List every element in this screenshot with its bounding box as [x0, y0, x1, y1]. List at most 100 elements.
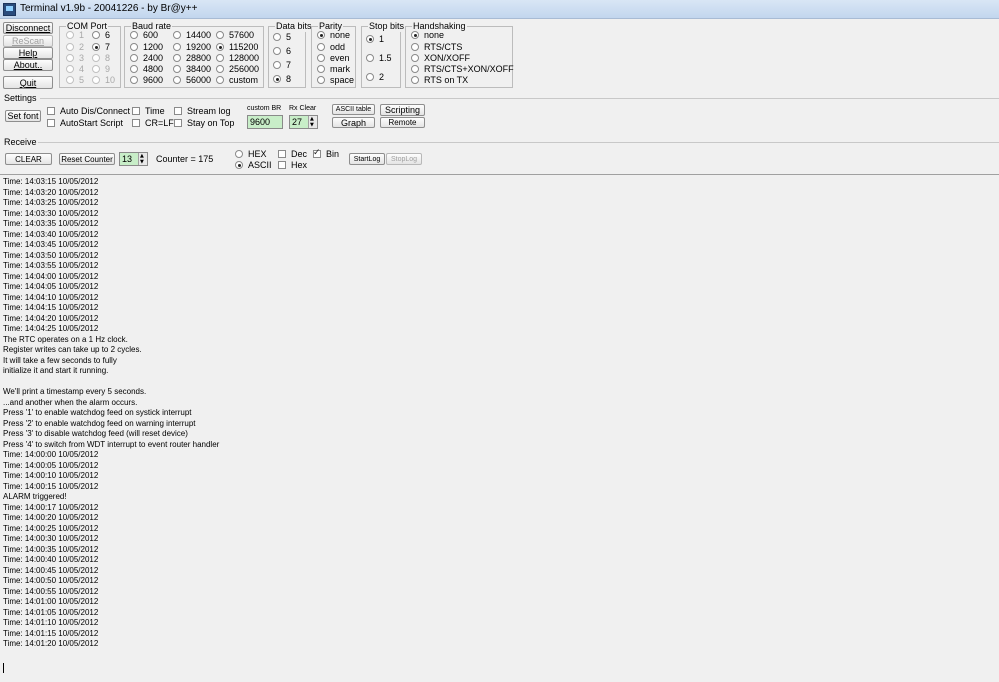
baud-option-9600[interactable]: 9600	[130, 75, 163, 85]
scripting-button[interactable]: Scripting	[380, 104, 425, 116]
baud-option-57600[interactable]: 57600	[216, 30, 254, 40]
receive-bin-checkbox[interactable]: Bin	[313, 148, 339, 159]
com-port-option-4[interactable]: 4	[66, 64, 84, 74]
baud-option-56000[interactable]: 56000	[173, 75, 211, 85]
counter-text: Counter = 175	[156, 154, 214, 164]
terminal-output: Time: 14:03:15 10/05/2012 Time: 14:03:20 …	[3, 177, 219, 650]
baud-option-19200[interactable]: 19200	[173, 42, 211, 52]
handshaking-option-xon-xoff[interactable]: XON/XOFF	[411, 53, 470, 63]
rx-clear-stepper[interactable]: 27 ▲ ▼	[289, 115, 318, 129]
checkbox-icon	[174, 119, 182, 127]
receive-dec-checkbox[interactable]: Dec	[278, 149, 307, 159]
receive-hex-checkbox[interactable]: Hex	[278, 160, 307, 170]
custom-br-label: custom BR	[247, 105, 282, 112]
time-checkbox[interactable]: Time	[132, 106, 165, 116]
radio-selected-icon	[273, 75, 281, 83]
reset-counter-button[interactable]: Reset Counter	[59, 153, 115, 165]
counter-spinner[interactable]: ▲ ▼	[138, 153, 147, 165]
baud-option-38400[interactable]: 38400	[173, 64, 211, 74]
stop-log-button[interactable]: StopLog	[386, 153, 422, 165]
cr-lf-checkbox[interactable]: CR=LF	[132, 118, 174, 128]
baud-option-256000[interactable]: 256000	[216, 64, 259, 74]
clear-button[interactable]: CLEAR	[5, 153, 52, 165]
com-port-option-9[interactable]: 9	[92, 64, 110, 74]
radio-icon	[130, 65, 138, 73]
set-font-button[interactable]: Set font	[5, 110, 41, 122]
com-port-option-10[interactable]: 10	[92, 75, 115, 85]
parity-option-odd[interactable]: odd	[317, 42, 345, 52]
radio-icon	[130, 43, 138, 51]
com-port-option-7[interactable]: 7	[92, 42, 110, 52]
data-bits-option-5[interactable]: 5	[273, 32, 291, 42]
terminal-line: Time: 14:00:05 10/05/2012	[3, 460, 99, 470]
auto-dis-connect-checkbox[interactable]: Auto Dis/Connect	[47, 106, 130, 116]
baud-option-1200[interactable]: 1200	[130, 42, 163, 52]
baud-option-2400[interactable]: 2400	[130, 53, 163, 63]
start-log-button[interactable]: StartLog	[349, 153, 385, 165]
counter-stepper[interactable]: 13 ▲ ▼	[119, 152, 148, 166]
baud-option-28800[interactable]: 28800	[173, 53, 211, 63]
radio-icon	[66, 54, 74, 62]
rescan-button[interactable]: ReScan	[3, 35, 53, 47]
com-port-option-5[interactable]: 5	[66, 75, 84, 85]
com-port-option-8[interactable]: 8	[92, 53, 110, 63]
baud-option-14400[interactable]: 14400	[173, 30, 211, 40]
parity-option-space[interactable]: space	[317, 75, 354, 85]
receive-ascii-radio[interactable]: ASCII	[235, 160, 272, 170]
remote-button[interactable]: Remote	[380, 117, 425, 128]
terminal-line: Time: 14:00:20 10/05/2012	[3, 513, 99, 522]
handshaking-option-rts-cts[interactable]: RTS/CTS	[411, 42, 462, 52]
terminal-line: Time: 14:00:00 10/05/2012	[3, 450, 99, 459]
com-port-option-2[interactable]: 2	[66, 42, 84, 52]
baud-option-115200[interactable]: 115200	[216, 42, 258, 52]
baud-option-custom[interactable]: custom	[216, 75, 258, 85]
radio-icon	[273, 47, 281, 55]
ascii-table-button[interactable]: ASCII table	[332, 104, 375, 115]
terminal-line: Time: 14:04:10 10/05/2012	[3, 292, 99, 302]
parity-option-none[interactable]: none	[317, 30, 350, 40]
baud-option-128000[interactable]: 128000	[216, 53, 259, 63]
terminal-line: The RTC operates on a 1 Hz clock.	[3, 334, 128, 344]
receive-terminal[interactable]: Time: 14:03:15 10/05/2012 Time: 14:03:20 …	[0, 174, 999, 682]
radio-icon	[235, 150, 243, 158]
receive-hex-radio[interactable]: HEX	[235, 149, 267, 159]
handshaking-option-rts-on-tx[interactable]: RTS on TX	[411, 75, 468, 85]
handshaking-option-none[interactable]: none	[411, 30, 444, 40]
stop-bits-option-2[interactable]: 2	[366, 72, 384, 82]
stream-log-checkbox[interactable]: Stream log	[174, 106, 231, 116]
stop-bits-title: Stop bits	[368, 21, 406, 32]
stop-bits-option-1[interactable]: 1	[366, 34, 384, 44]
terminal-line: Time: 14:04:15 10/05/2012	[3, 303, 99, 312]
radio-icon	[411, 65, 419, 73]
handshaking-option-rts-cts-xon-xoff[interactable]: RTS/CTS+XON/XOFF	[411, 64, 514, 74]
help-button[interactable]: Help	[3, 47, 53, 59]
data-bits-option-8[interactable]: 8	[273, 74, 291, 84]
custom-br-input[interactable]: 9600	[247, 115, 283, 129]
autostart-script-checkbox[interactable]: AutoStart Script	[47, 118, 123, 128]
stay-on-top-checkbox[interactable]: Stay on Top	[174, 118, 234, 128]
com-port-option-6[interactable]: 6	[92, 30, 110, 40]
receive-divider	[38, 142, 999, 143]
terminal-line: Time: 14:00:25 10/05/2012	[3, 523, 99, 533]
baud-option-600[interactable]: 600	[130, 30, 158, 40]
baud-option-4800[interactable]: 4800	[130, 64, 163, 74]
terminal-line: Register writes can take up to 2 cycles.	[3, 345, 142, 354]
com-port-option-3[interactable]: 3	[66, 53, 84, 63]
quit-button[interactable]: Quit	[3, 76, 53, 89]
terminal-line: Time: 14:01:10 10/05/2012	[3, 618, 99, 627]
com-port-option-1[interactable]: 1	[66, 30, 84, 40]
about-button[interactable]: About..	[3, 59, 53, 71]
title-bar[interactable]: Terminal v1.9b - 20041226 - by Br@y++	[0, 0, 999, 19]
rx-clear-spinner[interactable]: ▲ ▼	[308, 116, 317, 128]
receive-label: Receive	[4, 137, 37, 147]
terminal-line: Time: 14:04:05 10/05/2012	[3, 282, 99, 291]
parity-option-even[interactable]: even	[317, 53, 350, 63]
radio-icon	[173, 31, 181, 39]
data-bits-option-7[interactable]: 7	[273, 60, 291, 70]
data-bits-option-6[interactable]: 6	[273, 46, 291, 56]
radio-icon	[411, 54, 419, 62]
graph-button[interactable]: Graph	[332, 117, 375, 128]
parity-option-mark[interactable]: mark	[317, 64, 350, 74]
stop-bits-option-1-5[interactable]: 1.5	[366, 53, 392, 63]
disconnect-button[interactable]: Disconnect	[3, 22, 53, 34]
